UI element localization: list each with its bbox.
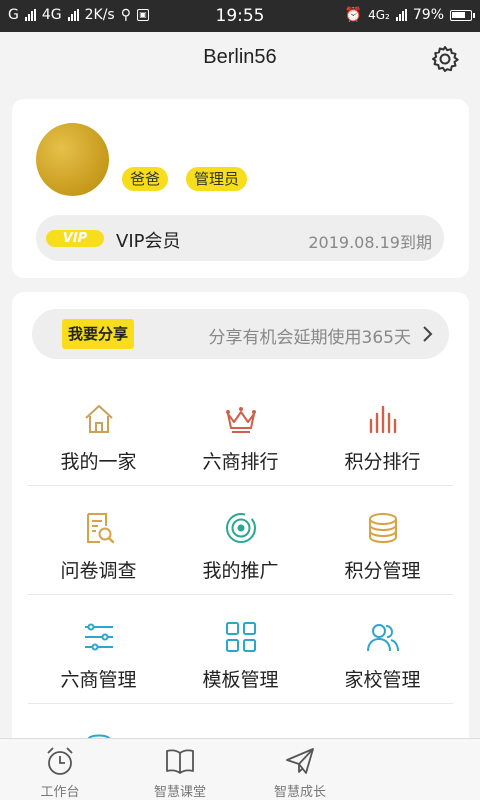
bar-chart-icon [369, 405, 396, 434]
share-bar[interactable]: 我要分享 分享有机会延期使用365天 [32, 309, 449, 359]
profile-card: 爸爸 管理员 VIP VIP会员 2019.08.19到期 [12, 99, 469, 278]
vip-label: VIP会员 [116, 231, 181, 252]
battery-percent: 79% [412, 7, 444, 23]
app-header: Berlin56 [0, 32, 480, 86]
menu-item-my-promotion[interactable]: 我的推广 [170, 486, 311, 594]
nav-tab-smart-growth[interactable]: 智慧成长 [240, 743, 360, 800]
menu-item-points-ranking[interactable]: 积分排行 [312, 377, 453, 485]
alarm-clock-icon [47, 747, 73, 775]
menu-item-label: 六商排行 [202, 451, 279, 473]
bottom-navigation: 工作台 智慧课堂 智慧成长 [0, 738, 480, 800]
status-right: ⏰ 4G₂ 79% [344, 7, 475, 23]
role-tag-parent: 爸爸 [122, 167, 169, 191]
share-button[interactable]: 我要分享 [62, 319, 135, 349]
menu-item-label: 积分管理 [344, 560, 421, 582]
target-icon [225, 513, 256, 543]
battery-fill [452, 11, 465, 18]
nav-label: 智慧成长 [273, 785, 326, 800]
book-icon [166, 749, 194, 774]
vip-expiry-date: 2019.08.19到期 [308, 233, 432, 252]
menu-item-survey[interactable]: 问卷调查 [28, 486, 169, 594]
menu-card: 我要分享 分享有机会延期使用365天 我的一家 六商排行 积分排行 问卷调查 我… [12, 292, 469, 762]
menu-item-label: 我的一家 [60, 451, 137, 473]
page-title: Berlin56 [203, 46, 277, 68]
menu-item-points-management[interactable]: 积分管理 [312, 486, 453, 594]
role-tag-admin: 管理员 [186, 167, 248, 191]
network-type: 4G₂ [368, 8, 390, 22]
menu-item-label: 六商管理 [60, 669, 137, 691]
menu-item-home-school-management[interactable]: 家校管理 [312, 595, 453, 703]
users-icon [366, 624, 399, 652]
vip-badge: VIP [46, 230, 104, 247]
menu-item-label: 问卷调查 [60, 560, 137, 582]
menu-item-label: 家校管理 [344, 669, 421, 691]
home-icon [84, 405, 113, 433]
nav-tab-workbench[interactable]: 工作台 [0, 743, 120, 800]
menu-item-template-management[interactable]: 模板管理 [170, 595, 311, 703]
menu-item-label: 我的推广 [202, 560, 279, 582]
survey-icon [86, 513, 114, 544]
sliders-icon [84, 623, 113, 651]
status-bar: G 4G 2K/s ⚲ ▣ 19:55 ⏰ 4G₂ 79% [0, 0, 480, 32]
battery-icon [450, 9, 475, 21]
grid-icon [225, 622, 256, 652]
share-description: 分享有机会延期使用365天 [208, 328, 411, 348]
nav-label: 智慧课堂 [153, 785, 206, 800]
menu-item-my-family[interactable]: 我的一家 [28, 377, 169, 485]
nav-label: 工作台 [40, 785, 80, 800]
paper-plane-icon [286, 748, 314, 774]
chevron-right-icon[interactable] [419, 324, 437, 344]
gear-icon[interactable] [430, 44, 460, 74]
alarm-icon: ⏰ [344, 7, 363, 23]
menu-item-six-quotient-management[interactable]: 六商管理 [28, 595, 169, 703]
coins-icon [368, 513, 397, 544]
menu-item-label: 模板管理 [202, 669, 279, 691]
menu-item-six-quotient-ranking[interactable]: 六商排行 [170, 377, 311, 485]
vip-membership-bar[interactable]: VIP VIP会员 2019.08.19到期 [36, 215, 444, 261]
menu-item-label: 积分排行 [344, 451, 421, 473]
nav-tab-smart-classroom[interactable]: 智慧课堂 [120, 743, 240, 800]
signal-strength-icon [395, 9, 407, 21]
crown-icon [225, 407, 256, 433]
avatar[interactable] [36, 123, 109, 196]
